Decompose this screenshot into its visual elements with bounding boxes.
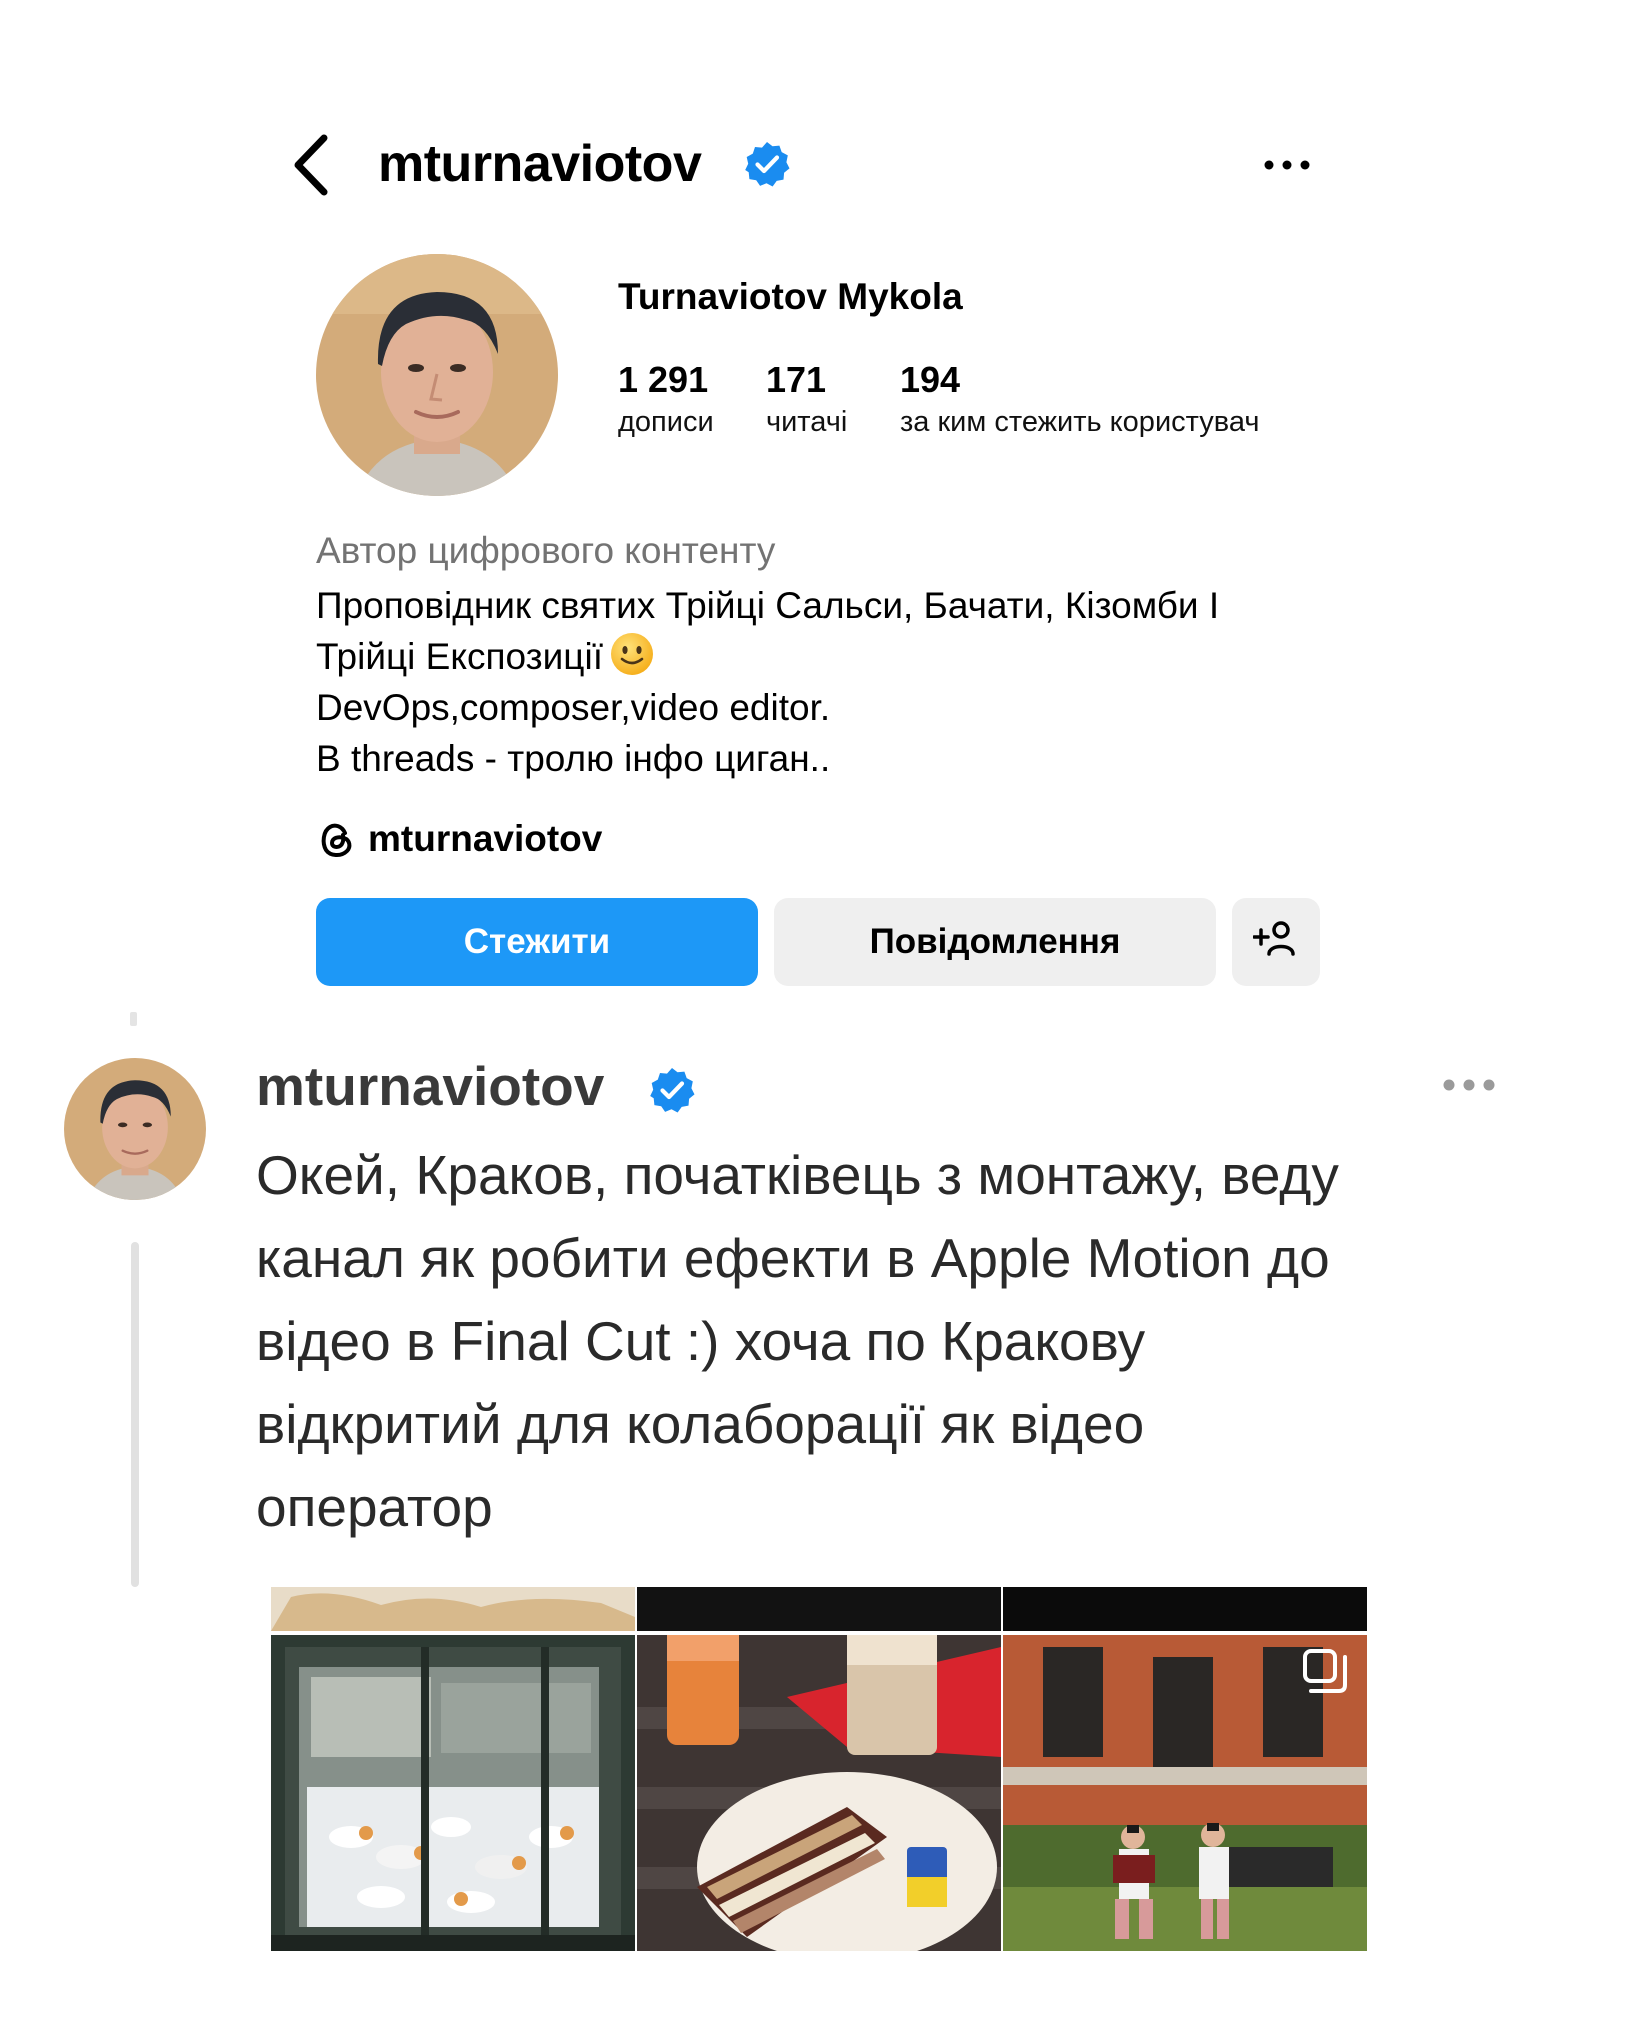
add-user-icon bbox=[1252, 918, 1299, 967]
street-musicians-photo[interactable] bbox=[1003, 1587, 1367, 1951]
thread-connector-line bbox=[131, 1242, 139, 1587]
post-text-line: Окей, Краков, початківець з монтажу, вед… bbox=[256, 1144, 1339, 1206]
header-username: mturnaviotov bbox=[378, 135, 702, 193]
post-more-options-icon[interactable] bbox=[1440, 1072, 1498, 1098]
bio-line: Проповідник святих Трійці Сальси, Бачати… bbox=[316, 585, 1220, 626]
stat-posts-count: 1 291 bbox=[618, 359, 709, 400]
stat-following-label: за ким стежить користувач bbox=[900, 406, 1260, 438]
bio-line: Трійці Експозиції bbox=[316, 636, 603, 677]
cake-and-coffee-photo[interactable] bbox=[637, 1587, 1001, 1951]
bio-line-with-emoji: Трійці Експозиції bbox=[316, 631, 1346, 682]
threads-logo-icon bbox=[316, 819, 356, 859]
threads-handle: mturnaviotov bbox=[368, 818, 603, 859]
more-options-icon[interactable] bbox=[1262, 150, 1312, 180]
verified-badge-icon bbox=[648, 1066, 696, 1114]
profile-avatar[interactable] bbox=[316, 254, 558, 496]
back-chevron-icon[interactable] bbox=[288, 130, 338, 200]
suggested-users-button[interactable] bbox=[1232, 898, 1320, 986]
bio-line: В threads - тролю інфо циган.. bbox=[316, 738, 831, 779]
threads-profile-link[interactable]: mturnaviotov bbox=[316, 818, 602, 868]
stat-followers-label: читачі bbox=[766, 406, 848, 438]
profile-category: Автор цифрового контенту bbox=[316, 530, 776, 571]
post-text-line: канал як робити ефекти в Apple Motion до bbox=[256, 1227, 1330, 1289]
post-author-avatar[interactable] bbox=[64, 1058, 206, 1200]
stat-following-count: 194 bbox=[900, 359, 961, 400]
post-body-text: Окей, Краков, початківець з монтажу, вед… bbox=[256, 1134, 1506, 1549]
post-text-line: оператор bbox=[256, 1476, 493, 1538]
bio-line: DevOps,composer,video editor. bbox=[316, 687, 831, 728]
follow-button[interactable]: Стежити bbox=[316, 898, 758, 986]
stat-following[interactable]: 194 за ким стежить користувач bbox=[900, 358, 1259, 442]
divider bbox=[130, 1012, 137, 1026]
smiling-face-emoji-icon bbox=[609, 631, 655, 677]
post-text-line: відкритий для колаборації як відео bbox=[256, 1393, 1145, 1455]
profile-display-name: Turnaviotov Mykola bbox=[618, 276, 963, 317]
stat-posts-label: дописи bbox=[618, 406, 714, 438]
message-button[interactable]: Повідомлення bbox=[774, 898, 1216, 986]
verified-badge-icon bbox=[743, 140, 791, 188]
stat-followers-count: 171 bbox=[766, 359, 827, 400]
stat-posts[interactable]: 1 291 дописи bbox=[618, 358, 714, 442]
post-author-username[interactable]: mturnaviotov bbox=[256, 1050, 604, 1122]
post-text-line: відео в Final Cut :) хоча по Кракову bbox=[256, 1310, 1146, 1372]
window-display-photo[interactable] bbox=[271, 1587, 635, 1951]
stat-followers[interactable]: 171 читачі bbox=[766, 358, 847, 442]
